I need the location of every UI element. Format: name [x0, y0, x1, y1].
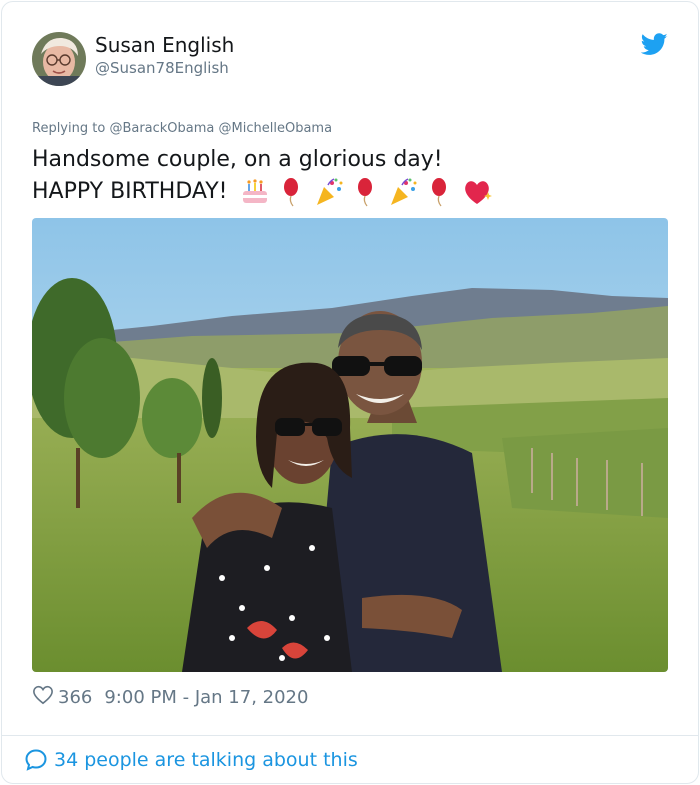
heart-icon[interactable]	[32, 685, 54, 710]
like-count: 366	[58, 686, 93, 708]
tweet-timestamp[interactable]: 9:00 PM - Jan 17, 2020	[104, 687, 308, 708]
party-popper-icon	[317, 178, 343, 205]
tweet-text-line2: HAPPY BIRTHDAY!	[32, 179, 228, 204]
tweet-text-line2-wrap: HAPPY BIRTHDAY!	[32, 176, 496, 208]
balloon-icon	[358, 178, 373, 207]
conversation-text: 34 people are talking about this	[54, 749, 358, 771]
avatar[interactable]	[32, 32, 86, 86]
reply-context: Replying to @BarackObama @MichelleObama	[32, 121, 332, 136]
tweet-text: Handsome couple, on a glorious day! HAPP…	[32, 144, 496, 208]
conversation-link[interactable]: 34 people are talking about this	[24, 746, 358, 774]
divider	[2, 735, 698, 736]
emoji-row	[240, 176, 496, 208]
mention-michelleobama[interactable]: @MichelleObama	[219, 121, 333, 136]
balloon-icon	[284, 178, 299, 207]
tweet-photo[interactable]	[32, 218, 668, 672]
author-handle[interactable]: @Susan78English	[95, 59, 229, 77]
twitter-bird-icon[interactable]	[640, 33, 668, 56]
sparkling-heart-icon	[465, 181, 493, 204]
author-name[interactable]: Susan English	[95, 33, 234, 57]
tweet-text-line1: Handsome couple, on a glorious day!	[32, 147, 443, 172]
avatar-photo	[32, 32, 86, 86]
reply-prefix: Replying to	[32, 121, 106, 136]
mention-barackobama[interactable]: @BarackObama	[109, 121, 214, 136]
birthday-cake-icon	[243, 179, 268, 203]
balloon-icon	[432, 178, 447, 207]
tweet-meta: 366 9:00 PM - Jan 17, 2020	[32, 684, 308, 710]
speech-bubble-icon	[25, 749, 47, 771]
couple-photo	[32, 218, 668, 672]
party-popper-icon	[391, 178, 417, 205]
